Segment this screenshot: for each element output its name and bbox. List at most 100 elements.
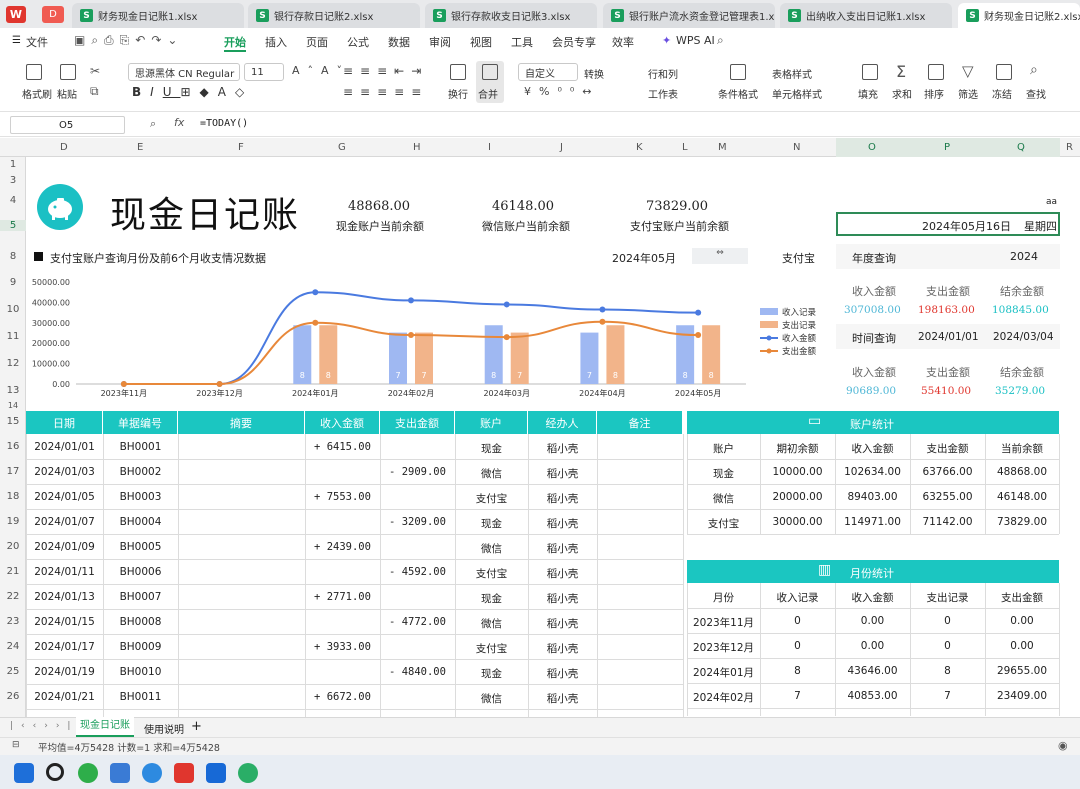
file-tab[interactable]: S 银行存款收支日记账3.xlsx: [425, 3, 597, 28]
time-query-to[interactable]: 2024/03/04: [993, 331, 1054, 343]
cell-style-button[interactable]: 单元格样式: [772, 86, 822, 101]
ledger-handler[interactable]: 稻小壳: [528, 566, 597, 581]
ledger-id[interactable]: BH0010: [103, 666, 178, 678]
wrap-text-icon[interactable]: [450, 64, 466, 80]
month-stats-cell[interactable]: 7: [910, 690, 985, 702]
month-stats-cell[interactable]: 2023年12月: [687, 640, 760, 655]
find-icon[interactable]: ⌕: [1030, 62, 1038, 78]
search-icon[interactable]: ⌕: [717, 33, 724, 48]
account-stats-cell[interactable]: 46148.00: [985, 491, 1059, 503]
income-expense-chart[interactable]: 0.00 10000.00 20000.00 30000.00 40000.00 5000…: [26, 270, 836, 410]
account-stats-cell[interactable]: 微信: [687, 491, 760, 506]
column-header[interactable]: R: [1066, 142, 1073, 153]
ledger-date[interactable]: 2024/01/01: [26, 441, 103, 453]
month-stats-cell[interactable]: 0.00: [835, 640, 910, 652]
copy-icon[interactable]: ⧉: [90, 84, 99, 99]
wps-logo-icon[interactable]: W: [6, 6, 26, 23]
font-name-select[interactable]: 思源黑体 CN Regular: [128, 63, 240, 81]
row-header[interactable]: 19: [0, 516, 26, 527]
sum-icon[interactable]: Σ: [896, 62, 906, 81]
query-account[interactable]: 支付宝: [782, 250, 815, 266]
format-painter-icon[interactable]: [26, 64, 42, 80]
ledger-expense[interactable]: - 2909.00: [380, 466, 455, 478]
ledger-expense[interactable]: - 3209.00: [380, 516, 455, 528]
search-icon[interactable]: [46, 763, 64, 781]
file-tab[interactable]: S 出纳收入支出日记账1.xlsx: [780, 3, 952, 28]
account-stats-cell[interactable]: 114971.00: [835, 516, 910, 528]
ledger-account[interactable]: 现金: [455, 666, 528, 681]
paste-icon[interactable]: [60, 64, 76, 80]
menu-page[interactable]: 页面: [306, 34, 328, 50]
app-icon[interactable]: [142, 763, 162, 783]
zoom-search-icon[interactable]: ⌕: [150, 117, 156, 131]
row-header[interactable]: 14: [0, 401, 26, 410]
row-col-button[interactable]: 行和列: [648, 66, 678, 81]
account-stats-cell[interactable]: 63255.00: [910, 491, 985, 503]
ledger-date[interactable]: 2024/01/05: [26, 491, 103, 503]
filter-icon[interactable]: ▽: [962, 62, 974, 80]
sheet-tab-active[interactable]: 现金日记账: [76, 717, 134, 737]
row-header[interactable]: 13: [0, 385, 26, 396]
fill-icon[interactable]: [862, 64, 878, 80]
ledger-handler[interactable]: 稻小壳: [528, 441, 597, 456]
menu-member[interactable]: 会员专享: [552, 34, 596, 50]
sheet-nav-icons[interactable]: |‹‹››|: [10, 721, 78, 731]
menu-formula[interactable]: 公式: [347, 34, 369, 50]
ledger-income[interactable]: + 3933.00: [305, 641, 380, 653]
column-header[interactable]: H: [413, 142, 421, 153]
row-header[interactable]: 12: [0, 358, 26, 369]
account-stats-cell[interactable]: 30000.00: [760, 516, 835, 528]
ledger-account[interactable]: 现金: [455, 516, 528, 531]
cut-icon[interactable]: ✂: [90, 64, 100, 78]
month-stats-cell[interactable]: 2024年02月: [687, 690, 760, 705]
account-stats-cell[interactable]: 102634.00: [835, 466, 910, 478]
month-stats-cell[interactable]: 2023年11月: [687, 615, 760, 630]
ledger-date[interactable]: 2024/01/15: [26, 616, 103, 628]
ledger-id[interactable]: BH0003: [103, 491, 178, 503]
ledger-id[interactable]: BH0004: [103, 516, 178, 528]
menu-efficiency[interactable]: 效率: [612, 34, 634, 50]
font-grow-shrink-icons[interactable]: A˄A˅: [292, 64, 350, 77]
ledger-handler[interactable]: 稻小壳: [528, 591, 597, 606]
hamburger-icon[interactable]: ☰: [12, 35, 21, 46]
account-stats-cell[interactable]: 89403.00: [835, 491, 910, 503]
quick-access-icons[interactable]: ▣⌕⎙⎘↶↷⌄: [74, 33, 183, 48]
ledger-expense[interactable]: - 4840.00: [380, 666, 455, 678]
browser-icon[interactable]: [78, 763, 98, 783]
ledger-account[interactable]: 支付宝: [455, 491, 528, 506]
row-header[interactable]: 1: [0, 159, 26, 170]
ledger-id[interactable]: BH0006: [103, 566, 178, 578]
ledger-income[interactable]: + 2439.00: [305, 541, 380, 553]
row-header[interactable]: 17: [0, 466, 26, 477]
align-top-icons[interactable]: ≡≡≡⇤⇥: [343, 64, 428, 78]
ledger-expense[interactable]: - 4592.00: [380, 566, 455, 578]
time-query-from[interactable]: 2024/01/01: [918, 331, 979, 343]
row-header[interactable]: 18: [0, 491, 26, 502]
ledger-income[interactable]: + 6415.00: [305, 441, 380, 453]
menu-home[interactable]: 开始: [224, 34, 246, 50]
annual-query-year[interactable]: 2024: [1010, 250, 1038, 263]
font-style-icons[interactable]: BIU⊞◆A◇: [132, 85, 253, 99]
font-size-select[interactable]: 11: [244, 63, 284, 81]
ledger-handler[interactable]: 稻小壳: [528, 541, 597, 556]
ledger-id[interactable]: BH0008: [103, 616, 178, 628]
eye-icon[interactable]: ◉: [1058, 739, 1068, 752]
month-stats-header[interactable]: 支出记录: [910, 590, 985, 605]
ledger-account[interactable]: 微信: [455, 466, 528, 481]
ledger-account[interactable]: 支付宝: [455, 641, 528, 656]
month-stats-cell[interactable]: 0.00: [985, 615, 1059, 627]
column-header[interactable]: D: [60, 142, 68, 153]
menu-data[interactable]: 数据: [388, 34, 410, 50]
file-tab[interactable]: S 银行账户流水资金登记管理表1.xlsx: [603, 3, 775, 28]
ledger-date[interactable]: 2024/01/09: [26, 541, 103, 553]
ledger-id[interactable]: BH0001: [103, 441, 178, 453]
month-stats-cell[interactable]: 43646.00: [835, 665, 910, 677]
column-header[interactable]: P: [944, 142, 950, 153]
ledger-income[interactable]: + 2771.00: [305, 591, 380, 603]
ledger-account[interactable]: 微信: [455, 691, 528, 706]
month-stats-cell[interactable]: 2024年01月: [687, 665, 760, 680]
ledger-id[interactable]: BH0009: [103, 641, 178, 653]
ledger-date[interactable]: 2024/01/07: [26, 516, 103, 528]
ledger-date[interactable]: 2024/01/13: [26, 591, 103, 603]
current-date-cell[interactable]: 2024年05月16日 星期四: [836, 212, 1060, 236]
